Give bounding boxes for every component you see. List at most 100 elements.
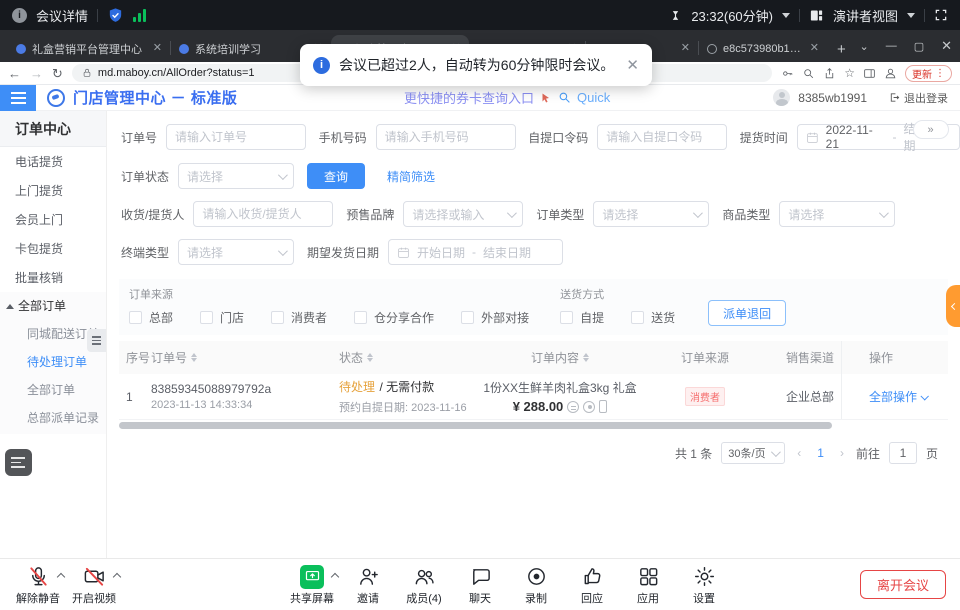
menu-toggle-button[interactable]: [0, 85, 36, 111]
timer-dropdown-icon[interactable]: [782, 13, 790, 18]
header-content[interactable]: 订单内容: [475, 349, 645, 366]
order-type-select[interactable]: 请选择: [593, 201, 709, 227]
menu-dots-icon[interactable]: ⋮: [935, 68, 945, 79]
meeting-details-button[interactable]: 会议详情: [36, 6, 88, 25]
sidebar-item-member-visit[interactable]: 会员上门: [0, 206, 106, 234]
meeting-timer[interactable]: 23:32(60分钟): [691, 6, 773, 25]
current-page[interactable]: 1: [813, 446, 828, 460]
window-close-button[interactable]: ✕: [941, 38, 952, 54]
browser-update-button[interactable]: 更新⋮: [905, 65, 952, 82]
simple-filter-link[interactable]: 精简筛选: [387, 168, 435, 185]
bookmark-star-icon[interactable]: ☆: [844, 66, 855, 80]
reactions-button[interactable]: 回应: [564, 564, 620, 606]
product-type-select[interactable]: 请选择: [779, 201, 895, 227]
sidebar-collapse-handle[interactable]: [87, 329, 106, 352]
quick-label[interactable]: Quick: [577, 90, 610, 105]
order-no-input[interactable]: [166, 124, 306, 150]
toast-close-icon[interactable]: ✕: [626, 56, 639, 74]
checkbox-icon[interactable]: [271, 311, 284, 324]
tab-close-icon[interactable]: ✕: [810, 43, 819, 54]
pickup-code-input[interactable]: [597, 124, 727, 150]
view-mode-switch[interactable]: 演讲者视图: [833, 6, 898, 25]
ship-date-range[interactable]: 开始日期 - 结束日期: [388, 239, 563, 265]
new-tab-button[interactable]: +: [837, 41, 846, 62]
checkbox-hq[interactable]: 总部: [129, 309, 173, 326]
filter-collapse-button[interactable]: »: [913, 120, 949, 139]
checkbox-external[interactable]: 外部对接: [461, 309, 529, 326]
back-button[interactable]: ←: [8, 67, 21, 80]
checkbox-icon[interactable]: [631, 311, 644, 324]
sidebar-item-door-pickup[interactable]: 上门提货: [0, 177, 106, 205]
window-maximize-button[interactable]: ▢: [914, 40, 924, 53]
floating-list-button[interactable]: [5, 449, 32, 476]
invite-button[interactable]: 邀请: [340, 564, 396, 606]
settings-button[interactable]: 设置: [676, 564, 732, 606]
logout-button[interactable]: 退出登录: [889, 90, 948, 106]
share-icon[interactable]: [823, 67, 836, 80]
goto-page-input[interactable]: [889, 442, 917, 464]
checkbox-delivery[interactable]: 送货: [631, 309, 675, 326]
security-shield-icon[interactable]: [107, 7, 124, 24]
unmute-button[interactable]: 解除静音: [10, 564, 66, 606]
leave-meeting-button[interactable]: 离开会议: [860, 570, 946, 599]
quick-search-icon[interactable]: [558, 91, 571, 104]
video-options-caret[interactable]: [113, 573, 121, 581]
side-panel-icon[interactable]: [863, 67, 876, 80]
profile-icon[interactable]: [884, 67, 897, 80]
sidebar-item-all-orders[interactable]: 全部订单: [0, 376, 106, 404]
sidebar-item-hq-dispatch-records[interactable]: 总部派单记录: [0, 404, 106, 432]
sidebar-item-batch-verify[interactable]: 批量核销: [0, 264, 106, 292]
start-video-button[interactable]: 开启视频: [66, 564, 122, 606]
checkbox-icon[interactable]: [560, 311, 573, 324]
header-order-no[interactable]: 订单号: [151, 349, 339, 366]
share-options-caret[interactable]: [331, 573, 339, 581]
next-page-button[interactable]: ›: [837, 446, 847, 460]
tab-close-icon[interactable]: ✕: [153, 43, 162, 54]
browser-tab-1[interactable]: 礼盒营销平台管理中心 ✕: [8, 35, 170, 62]
checkbox-icon[interactable]: [461, 311, 474, 324]
record-button[interactable]: 录制: [508, 564, 564, 606]
sort-icon[interactable]: [367, 353, 373, 362]
checkbox-icon[interactable]: [354, 311, 367, 324]
user-avatar[interactable]: [773, 89, 790, 106]
horizontal-scrollbar[interactable]: [119, 422, 948, 429]
window-minimize-button[interactable]: —: [886, 40, 897, 52]
sidebar-item-pending-orders[interactable]: 待处理订单: [0, 348, 106, 376]
sidebar-group-all-orders[interactable]: 全部订单: [0, 292, 106, 320]
page-size-select[interactable]: 30条/页: [721, 442, 785, 464]
receiver-input[interactable]: [193, 201, 333, 227]
search-button[interactable]: 查询: [307, 163, 365, 189]
sidebar-item-card-pickup[interactable]: 卡包提货: [0, 235, 106, 263]
network-signal-icon[interactable]: [133, 9, 146, 22]
checkbox-consumer[interactable]: 消费者: [271, 309, 327, 326]
dispatch-return-button[interactable]: 派单退回: [708, 300, 786, 326]
terminal-type-select[interactable]: 请选择: [178, 239, 294, 265]
tab-close-icon[interactable]: ✕: [681, 43, 690, 54]
phone-input[interactable]: [376, 124, 516, 150]
checkbox-self-pickup[interactable]: 自提: [560, 309, 604, 326]
side-drawer-handle[interactable]: [946, 285, 960, 327]
sidebar-item-phone-pickup[interactable]: 电话提货: [0, 148, 106, 176]
header-status[interactable]: 状态: [339, 349, 475, 366]
members-button[interactable]: 成员(4): [396, 564, 452, 606]
presale-brand-select[interactable]: 请选择或输入: [403, 201, 523, 227]
prev-page-button[interactable]: ‹: [794, 446, 804, 460]
order-status-select[interactable]: 请选择: [178, 163, 294, 189]
view-dropdown-icon[interactable]: [907, 13, 915, 18]
chat-button[interactable]: 聊天: [452, 564, 508, 606]
sort-icon[interactable]: [583, 353, 589, 362]
row-actions-dropdown[interactable]: 全部操作: [869, 388, 927, 405]
fullscreen-icon[interactable]: [934, 8, 948, 22]
mic-options-caret[interactable]: [57, 573, 65, 581]
tab-search-icon[interactable]: ⌄: [859, 40, 868, 53]
reload-button[interactable]: ↻: [52, 67, 63, 80]
coupon-query-link[interactable]: 更快捷的券卡查询入口: [404, 88, 534, 107]
checkbox-icon[interactable]: [200, 311, 213, 324]
zoom-icon[interactable]: [802, 67, 815, 80]
checkbox-store[interactable]: 门店: [200, 309, 244, 326]
checkbox-icon[interactable]: [129, 311, 142, 324]
sort-icon[interactable]: [191, 353, 197, 362]
share-screen-button[interactable]: 共享屏幕: [284, 564, 340, 606]
scrollbar-thumb[interactable]: [119, 422, 832, 429]
checkbox-warehouse-coop[interactable]: 仓分享合作: [354, 309, 434, 326]
